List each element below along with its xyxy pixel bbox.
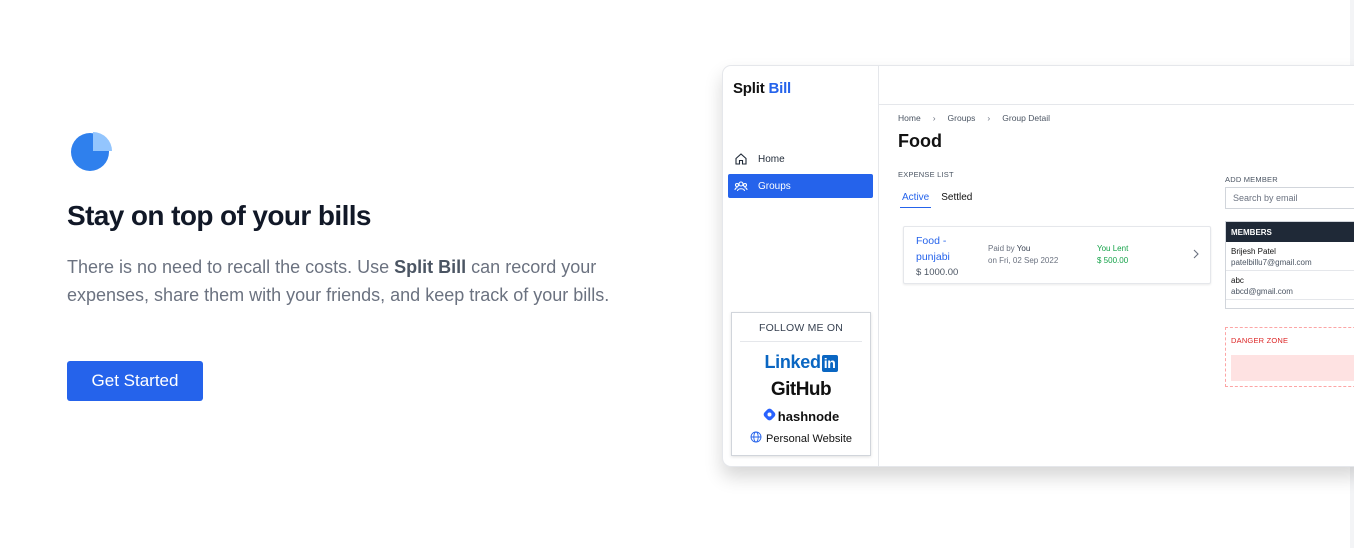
member-name: abc (1231, 276, 1244, 285)
hashnode-link[interactable]: hashnode (732, 408, 870, 424)
globe-icon (750, 431, 762, 446)
list-item: abc abcd@gmail.com (1226, 271, 1354, 300)
hashnode-icon (763, 408, 776, 424)
linkedin-link[interactable]: Linked in (732, 352, 870, 373)
tab-settled[interactable]: Settled (939, 190, 974, 208)
app-preview: Split Bill Home Groups FOLLOW ME ON Link… (722, 65, 1354, 467)
expense-paid-by: Paid by You on Fri, 02 Sep 2022 (988, 244, 1059, 265)
sidebar-item-home[interactable]: Home (728, 147, 873, 171)
member-email: abcd@gmail.com (1231, 287, 1293, 296)
linkedin-icon: in (821, 355, 838, 372)
main-content: Home › Groups › Group Detail Food EXPENS… (879, 66, 1354, 466)
add-member-label: ADD MEMBER (1225, 175, 1278, 184)
follow-title: FOLLOW ME ON (740, 322, 862, 342)
danger-zone: DANGER ZONE (1225, 327, 1354, 387)
breadcrumb-group-detail: Group Detail (1002, 113, 1050, 123)
expense-list-label: EXPENSE LIST (898, 170, 954, 179)
breadcrumb: Home › Groups › Group Detail (898, 113, 1050, 123)
list-item: Brijesh Patel patelbillu7@gmail.com (1226, 242, 1354, 271)
expense-card[interactable]: Food - punjabi $ 1000.00 Paid by You on … (903, 226, 1211, 284)
chevron-right-icon[interactable] (1192, 247, 1200, 259)
expense-tabs: Active Settled (900, 190, 974, 208)
expense-lent: You Lent $ 500.00 (1097, 244, 1129, 265)
tab-active[interactable]: Active (900, 190, 932, 208)
breadcrumb-home[interactable]: Home (898, 113, 921, 123)
member-name: Brijesh Patel (1231, 247, 1276, 256)
top-bar (879, 66, 1354, 105)
follow-card: FOLLOW ME ON Linked in GitHub hashnode Pe… (731, 312, 871, 456)
sidebar-item-groups[interactable]: Groups (728, 174, 873, 198)
pie-chart-icon (70, 130, 114, 174)
member-search-input[interactable] (1225, 187, 1354, 209)
danger-zone-label: DANGER ZONE (1231, 336, 1289, 345)
home-icon (734, 152, 748, 166)
danger-action-button[interactable] (1231, 355, 1354, 381)
brand-logo[interactable]: Split Bill (733, 80, 791, 97)
chevron-right-icon: › (932, 113, 936, 123)
sidebar: Split Bill Home Groups FOLLOW ME ON Link… (723, 66, 879, 466)
brand-mention: Split Bill (394, 257, 467, 277)
personal-website-link[interactable]: Personal Website (732, 431, 870, 446)
get-started-button[interactable]: Get Started (67, 361, 203, 401)
chevron-right-icon: › (987, 113, 991, 123)
breadcrumb-groups[interactable]: Groups (948, 113, 976, 123)
members-panel: MEMBERS Brijesh Patel patelbillu7@gmail.… (1225, 221, 1354, 309)
member-email: patelbillu7@gmail.com (1231, 258, 1312, 267)
page-title: Food (898, 131, 942, 151)
expense-amount: $ 1000.00 (916, 267, 959, 278)
sidebar-item-label: Home (758, 153, 785, 165)
github-link[interactable]: GitHub (732, 379, 870, 401)
expense-name: Food - punjabi (916, 235, 950, 263)
hero-description: There is no need to recall the costs. Us… (67, 257, 610, 305)
groups-icon (734, 179, 748, 193)
members-title: MEMBERS (1226, 222, 1354, 242)
sidebar-item-label: Groups (758, 180, 791, 192)
hero-title: Stay on top of your bills (67, 200, 372, 231)
